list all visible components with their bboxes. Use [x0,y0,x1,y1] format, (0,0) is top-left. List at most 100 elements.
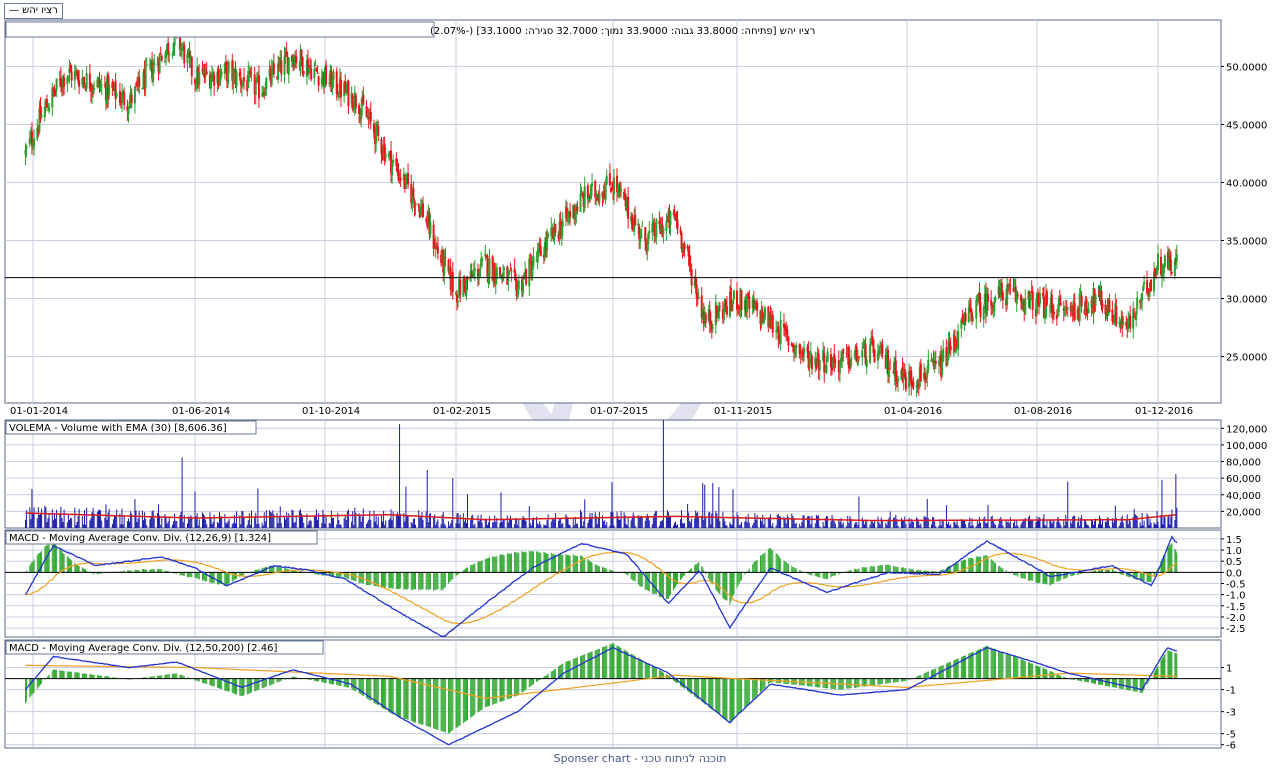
candle-body [634,214,637,226]
y-tick-label: 80,000 [1226,458,1261,469]
panel-2: 120,000 100,000 80,000 60,000 40,000 20,000 [4,419,1267,529]
candle-body [795,344,798,348]
candle-body [436,246,439,254]
candle-body [78,80,81,87]
candle-body [889,368,892,370]
candle-body [810,355,813,369]
candle-body [598,193,601,203]
candle-body [407,172,410,185]
candle-body [362,94,365,105]
candle-body [1080,295,1083,307]
candle-body [927,359,930,371]
candle-body [1016,295,1019,297]
panel-title-text: MACD - Moving Average Conv. Div. (12,50,… [9,643,277,654]
y-tick-label: 45.0000 [1226,120,1267,131]
y-tick-label: 40.0000 [1226,178,1267,189]
candle-body [332,71,335,80]
y-tick-label: -5 [1226,730,1236,741]
candle [1150,279,1153,292]
candle-body [287,58,290,76]
candle-body [711,327,714,329]
candle-body [881,344,884,354]
y-tick-label: 25.0000 [1226,353,1267,364]
candle-body [640,229,643,239]
x-tick-label: 01-01-2014 [10,406,68,417]
candle-body [213,74,216,86]
candle [763,305,766,321]
candle-body [547,233,550,237]
candle-body [316,72,319,74]
candle-body [1073,303,1076,320]
candle-body [414,202,417,206]
sponsor-footer[interactable]: Sponser chart - תוכנה לניתוח טכני [0,752,1280,765]
candle-body [25,146,28,149]
y-tick-label: 30.0000 [1226,295,1267,306]
candle-body [934,360,937,364]
x-tick-label: 01-06-2014 [172,406,230,417]
candle-body [310,68,313,80]
candle-body [138,76,141,87]
candle-body [704,314,707,323]
candle-body [190,56,193,77]
y-tick-label: 0.5 [1226,557,1242,568]
candle-body [481,258,484,261]
candle-body [159,53,162,55]
candle-body [250,73,253,75]
candle-body [787,336,790,346]
candle-body [964,313,967,322]
candle-body [145,64,148,66]
candle-body [503,268,506,270]
candle-body [1078,293,1081,322]
candle-body [941,360,944,376]
candle-body [1094,294,1097,306]
candle [158,52,161,75]
candle-body [994,298,997,301]
candle [1045,288,1048,307]
candle-body [1101,303,1104,309]
candle-body [1141,292,1144,302]
candle-body [825,364,828,373]
candle-body [1087,307,1090,314]
candle-body [33,138,36,147]
candle-body [605,175,608,185]
candle-body [457,300,460,302]
legend-label[interactable]: רציו יהש — [4,3,63,19]
candle-body [70,71,73,81]
candle-body [429,222,432,235]
candle-body [339,79,342,98]
candle-body [144,65,147,88]
candle-body [1133,312,1136,315]
candle-body [912,382,915,387]
panel-title: MACD - Moving Average Conv. Div. (12,26,… [5,530,318,545]
candle-body [55,78,58,91]
y-tick-label: 1.0 [1226,546,1242,557]
candle [640,228,643,239]
candle-body [265,77,268,89]
candle-body [532,256,535,266]
candle-body [280,60,283,75]
x-tick-label: 01-04-2016 [884,406,942,417]
candle-body [676,219,679,230]
candle-body [683,244,686,250]
candle-body [313,68,316,78]
candle-body [569,211,572,218]
panel-1: 50.0000 45.0000 40.0000 35.0000 30.0000 25.00… [4,19,1267,404]
candle-body [850,357,853,366]
candle-body [620,189,623,192]
candle-body [756,302,759,311]
x-tick-label: 01-08-2016 [1014,406,1072,417]
candle-body [979,301,982,318]
candle-body [473,268,476,272]
y-tick-label: -6 [1226,741,1236,752]
candle-body [521,281,524,294]
candle-body [525,269,528,285]
candle-body [576,206,579,211]
candle-body [1001,292,1004,301]
candle-body [579,193,582,212]
candle-body [897,378,900,382]
candle-body [1136,297,1139,309]
y-tick-label: 1.5 [1226,535,1242,546]
candle-body [412,188,415,198]
candle-body [748,296,751,309]
candle-body [421,203,424,217]
